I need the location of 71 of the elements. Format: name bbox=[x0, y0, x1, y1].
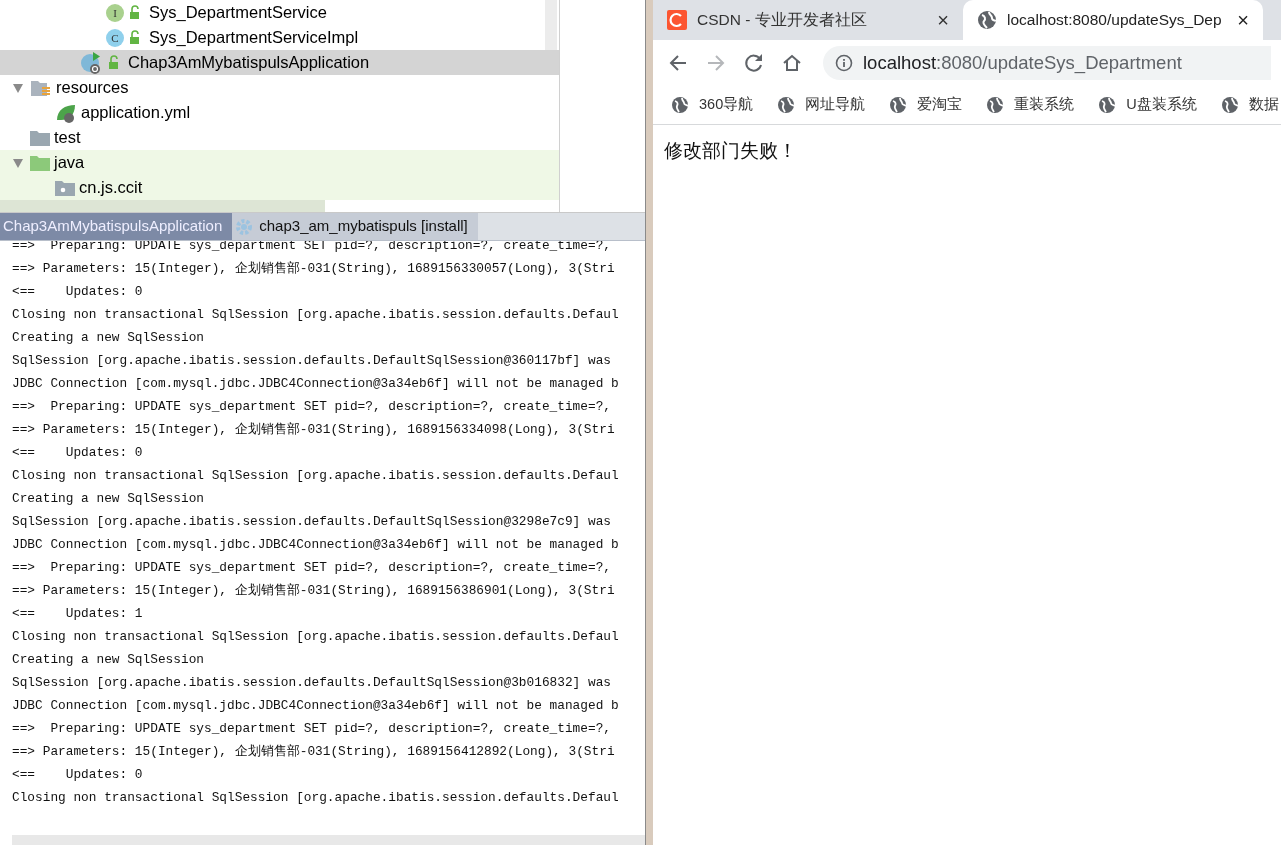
globe-icon bbox=[977, 10, 997, 30]
tree-item[interactable]: resources bbox=[0, 75, 559, 100]
browser-tab[interactable]: CSDN - 专业开发者社区 × bbox=[653, 0, 963, 40]
gear-icon bbox=[235, 217, 254, 236]
bookmark[interactable]: 360导航 bbox=[671, 93, 754, 116]
info-icon bbox=[835, 53, 853, 72]
resources-folder-icon bbox=[30, 78, 52, 97]
scrollbar-thumb[interactable] bbox=[545, 0, 557, 50]
console-line: ==> Parameters: 15(Integer), 企划销售部-031(String), 1689156334098(Long), 3(Stri bbox=[12, 421, 616, 439]
tree-item[interactable]: application.yml bbox=[0, 100, 559, 125]
console-line: SqlSession [org.apache.ibatis.session.defaults.DefaultSqlSession@360117bf] was bbox=[12, 352, 612, 370]
console-line: ==> Parameters: 15(Integer), 企划销售部-031(String), 1689156330057(Long), 3(Stri bbox=[12, 260, 616, 278]
console-line: SqlSession [org.apache.ibatis.session.defaults.DefaultSqlSession@3b016832] was bbox=[12, 674, 612, 692]
console-line: Closing non transactional SqlSession [org.apache.ibatis.session.defaults.Defaul bbox=[12, 467, 620, 485]
console-line: ==> Parameters: 15(Integer), 企划销售部-031(String), 1689156412892(Long), 3(Stri bbox=[12, 743, 616, 761]
globe-icon bbox=[1220, 95, 1239, 114]
bookmark[interactable]: 爱淘宝 bbox=[889, 93, 963, 116]
console-line: <== Updates: 0 bbox=[12, 766, 144, 784]
tree-item[interactable]: java bbox=[0, 150, 559, 175]
console-line: Creating a new SqlSession bbox=[12, 651, 205, 669]
close-button[interactable]: × bbox=[937, 5, 949, 35]
console-line: ==> Preparing: UPDATE sys_department SET pid=?, description=?, create_time=?, bbox=[12, 398, 612, 416]
browser-tab[interactable]: localhost:8080/updateSys_Dep × bbox=[963, 0, 1263, 40]
close-button[interactable]: × bbox=[1237, 5, 1249, 35]
tree-item[interactable]: test bbox=[0, 125, 559, 150]
folder-icon bbox=[30, 129, 50, 146]
console-line: ==> Preparing: UPDATE sys_department SET pid=?, description=?, create_time=?, bbox=[12, 559, 612, 577]
console-line: Closing non transactional SqlSession [org.apache.ibatis.session.defaults.Defaul bbox=[12, 628, 620, 646]
globe-icon bbox=[671, 95, 689, 114]
bookmark[interactable]: 数据 bbox=[1220, 93, 1279, 116]
folder-icon bbox=[30, 154, 50, 171]
lock-icon bbox=[129, 5, 141, 20]
class-icon: C bbox=[105, 27, 125, 48]
console-line: JDBC Connection [com.mysql.jdbc.JDBC4Connection@3a34eb6f] will not be managed b bbox=[12, 375, 620, 393]
console-line: JDBC Connection [com.mysql.jdbc.JDBC4Connection@3a34eb6f] will not be managed b bbox=[12, 697, 620, 715]
globe-icon bbox=[777, 95, 796, 114]
expand-arrow-icon[interactable] bbox=[11, 156, 24, 169]
scrollbar-track[interactable] bbox=[12, 835, 645, 845]
csdn-logo-icon bbox=[667, 10, 687, 30]
console-line: Closing non transactional SqlSession [org.apache.ibatis.session.defaults.Defaul bbox=[12, 306, 620, 324]
lock-icon bbox=[108, 55, 120, 70]
page-message: 修改部门失败！ bbox=[663, 139, 798, 163]
console-line: ==> Preparing: UPDATE sys_department SET pid=?, description=?, create_time=?, bbox=[12, 720, 612, 738]
console-line: SqlSession [org.apache.ibatis.session.defaults.DefaultSqlSession@3298e7c9] was bbox=[12, 513, 612, 531]
address-field[interactable]: localhost:8080/updateSys_Department bbox=[823, 45, 1271, 80]
tab-title: CSDN - 专业开发者社区 bbox=[697, 10, 867, 31]
console-line: Closing non transactional SqlSession [org.apache.ibatis.session.defaults.Defaul bbox=[12, 789, 620, 807]
bookmark[interactable]: 重装系统 bbox=[986, 93, 1075, 116]
console-line: <== Updates: 0 bbox=[12, 283, 144, 301]
bookmark[interactable]: 网址导航 bbox=[777, 93, 866, 116]
globe-icon bbox=[889, 95, 908, 114]
console-line: Creating a new SqlSession bbox=[12, 490, 205, 508]
tree-item[interactable]: I Sys_DepartmentService bbox=[0, 0, 559, 25]
tree-item[interactable]: cn.js.ccit bbox=[0, 175, 559, 200]
expand-arrow-icon[interactable] bbox=[11, 81, 24, 94]
tree-item[interactable]: C Sys_DepartmentServiceImpl bbox=[0, 25, 559, 50]
globe-icon bbox=[986, 95, 1005, 114]
console-line: Creating a new SqlSession bbox=[12, 329, 205, 347]
tab-title: localhost:8080/updateSys_Dep bbox=[1007, 10, 1222, 31]
package-icon bbox=[55, 179, 75, 196]
run-tab[interactable]: chap3_am_mybatispuls [install] bbox=[232, 213, 478, 240]
interface-icon: I bbox=[105, 2, 125, 23]
console-line: <== Updates: 0 bbox=[12, 444, 144, 462]
tree-item[interactable]: Chap3AmMybatispulsApplication bbox=[0, 50, 559, 75]
console-line: <== Updates: 1 bbox=[12, 605, 144, 623]
console-line: JDBC Connection [com.mysql.jdbc.JDBC4Connection@3a34eb6f] will not be managed b bbox=[12, 536, 620, 554]
scrollbar-thumb[interactable] bbox=[0, 200, 325, 212]
lock-icon bbox=[129, 30, 141, 45]
bookmark[interactable]: U盘装系统 bbox=[1098, 93, 1197, 116]
globe-icon bbox=[1098, 95, 1117, 114]
console-line: ==> Parameters: 15(Integer), 企划销售部-031(String), 1689156386901(Long), 3(Stri bbox=[12, 582, 616, 600]
